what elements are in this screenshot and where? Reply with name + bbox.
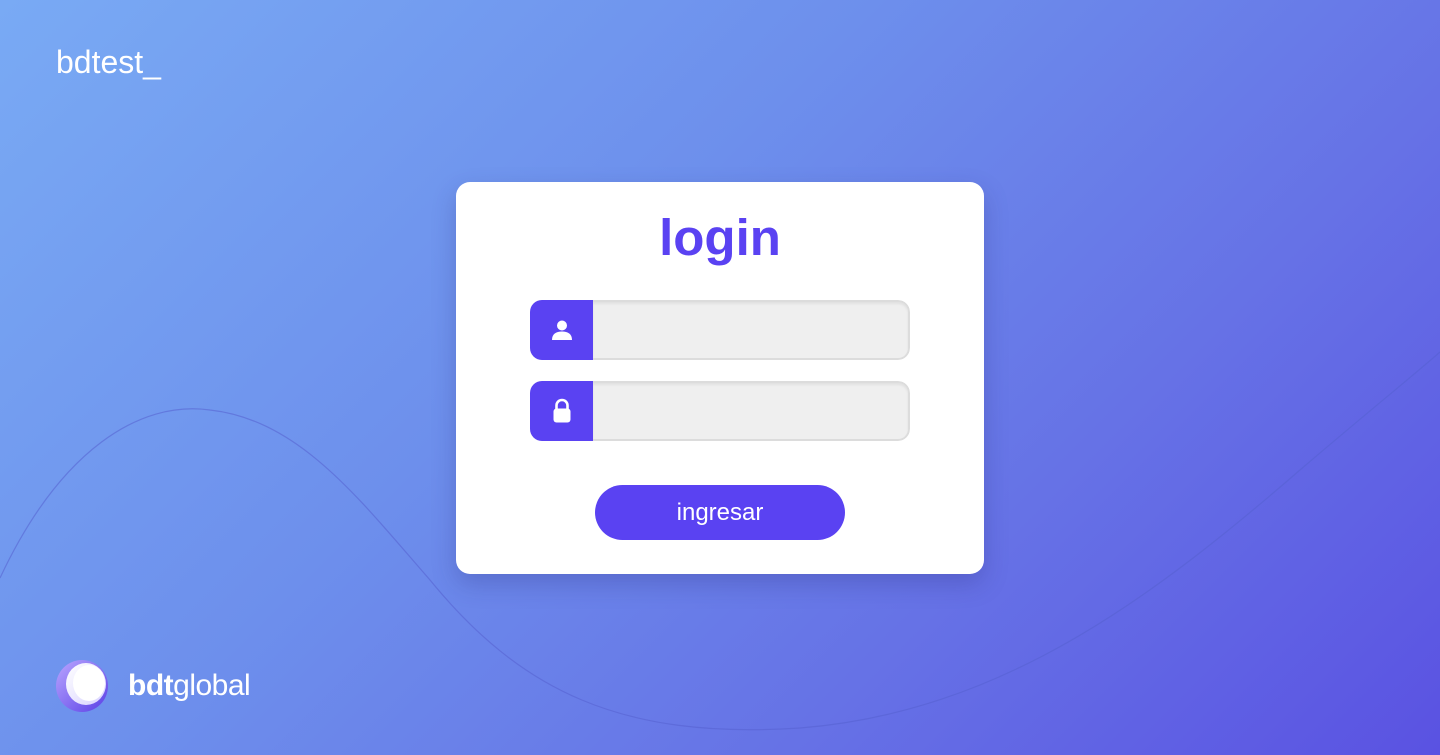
login-page: bdtest_ login ingresar bdtglobal xyxy=(0,0,1440,755)
user-icon xyxy=(530,300,593,360)
password-field xyxy=(530,381,910,441)
brand-name-strong: bdt xyxy=(128,668,174,702)
username-field xyxy=(530,300,910,360)
brand-name: bdtglobal xyxy=(128,668,251,703)
password-input[interactable] xyxy=(593,381,910,441)
username-input[interactable] xyxy=(593,300,910,360)
login-card: login ingresar xyxy=(456,182,984,574)
app-title: bdtest_ xyxy=(56,44,161,80)
ingresar-button[interactable]: ingresar xyxy=(595,485,845,540)
bdt-logo-icon xyxy=(56,659,108,712)
login-title: login xyxy=(659,209,781,266)
brand-name-rest: global xyxy=(173,668,251,702)
lock-icon xyxy=(530,381,593,441)
brand-footer: bdtglobal xyxy=(55,658,251,713)
